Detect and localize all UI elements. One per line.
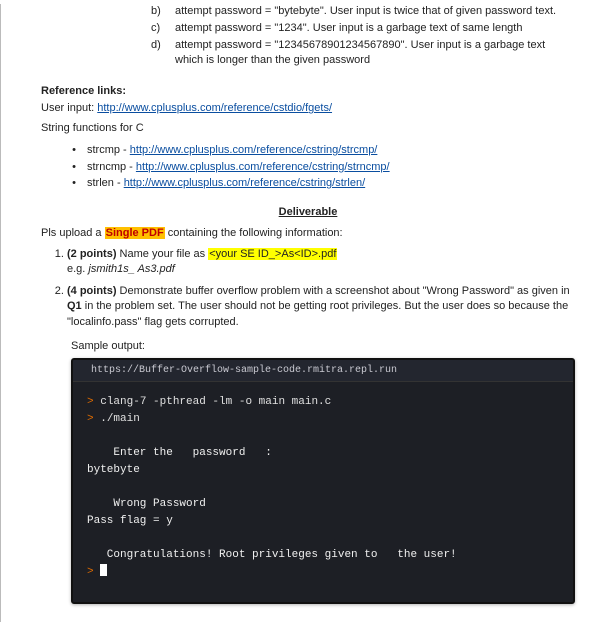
terminal-line: Wrong Password — [87, 498, 206, 510]
terminal-body: > clang-7 -pthread -lm -o main main.c > … — [73, 382, 573, 602]
points-badge: (2 points) — [67, 248, 117, 260]
single-pdf-highlight: Single PDF — [105, 227, 165, 239]
sub-item-label: d) — [151, 38, 167, 68]
deliverable-item-1: (2 points) Name your file as <your SE ID… — [67, 247, 575, 278]
terminal-window: https://Buffer-Overflow-sample-code.rmit… — [71, 358, 575, 604]
terminal-line: Pass flag = y — [87, 515, 173, 527]
sub-item-label: b) — [151, 4, 167, 19]
terminal-title: https://Buffer-Overflow-sample-code.rmit… — [73, 360, 573, 382]
func-name: strcmp — [87, 144, 120, 156]
func-link[interactable]: http://www.cplusplus.com/reference/cstri… — [130, 144, 378, 156]
terminal-line: bytebyte — [87, 464, 140, 476]
item2-text2: in the problem set. The user should not … — [67, 300, 568, 327]
bullet-icon: • — [71, 142, 77, 159]
sub-item: b) attempt password = "bytebyte". User i… — [151, 4, 575, 19]
item1-pre: Name your file as — [117, 248, 209, 260]
string-functions-label: String functions for C — [41, 121, 575, 136]
reference-heading: Reference links: — [41, 85, 575, 97]
terminal-line: Congratulations! Root privileges given t… — [87, 549, 457, 561]
cursor-icon — [100, 564, 107, 576]
terminal-line: clang-7 -pthread -lm -o main main.c — [100, 396, 331, 408]
deliverable-list: (2 points) Name your file as <your SE ID… — [47, 247, 575, 330]
sub-item-text: attempt password = "1234". User input is… — [175, 21, 575, 36]
func-name: strncmp — [87, 161, 126, 173]
eg-value: jsmith1s_ As3.pdf — [88, 263, 174, 275]
user-input-label: User input: — [41, 102, 97, 114]
func-name: strlen — [87, 177, 114, 189]
sub-item-text: attempt password = "12345678901234567890… — [175, 38, 575, 68]
upload-pre: Pls upload a — [41, 227, 105, 239]
upload-instruction: Pls upload a Single PDF containing the f… — [41, 226, 575, 241]
points-badge: (4 points) — [67, 285, 117, 297]
item2-text: Demonstrate buffer overflow problem with… — [117, 285, 570, 297]
list-item: • strncmp - http://www.cplusplus.com/ref… — [71, 159, 575, 176]
func-link[interactable]: http://www.cplusplus.com/reference/cstri… — [124, 177, 365, 189]
list-item: • strcmp - http://www.cplusplus.com/refe… — [71, 142, 575, 159]
user-input-line: User input: http://www.cplusplus.com/ref… — [41, 101, 575, 116]
function-links-list: • strcmp - http://www.cplusplus.com/refe… — [71, 142, 575, 192]
deliverable-heading: Deliverable — [41, 206, 575, 218]
sample-output-label: Sample output: — [71, 340, 575, 352]
terminal-line: Enter the password : — [87, 447, 272, 459]
sub-item-label: c) — [151, 21, 167, 36]
prompt-icon: > — [87, 566, 94, 578]
eg-label: e.g. — [67, 263, 88, 275]
prompt-icon: > — [87, 413, 94, 425]
bullet-icon: • — [71, 159, 77, 176]
deliverable-item-2: (4 points) Demonstrate buffer overflow p… — [67, 284, 575, 330]
prompt-icon: > — [87, 396, 94, 408]
filename-mask: <your SE ID_>As<ID>.pdf — [208, 248, 337, 260]
terminal-line: ./main — [100, 413, 140, 425]
bullet-icon: • — [71, 175, 77, 192]
list-item: • strlen - http://www.cplusplus.com/refe… — [71, 175, 575, 192]
upload-post: containing the following information: — [165, 227, 343, 239]
func-link[interactable]: http://www.cplusplus.com/reference/cstri… — [136, 161, 390, 173]
q1-ref: Q1 — [67, 300, 82, 312]
sub-item: d) attempt password = "12345678901234567… — [151, 38, 575, 68]
sub-items: b) attempt password = "bytebyte". User i… — [151, 4, 575, 67]
user-input-link[interactable]: http://www.cplusplus.com/reference/cstdi… — [97, 102, 332, 114]
sub-item: c) attempt password = "1234". User input… — [151, 21, 575, 36]
sub-item-text: attempt password = "bytebyte". User inpu… — [175, 4, 575, 19]
